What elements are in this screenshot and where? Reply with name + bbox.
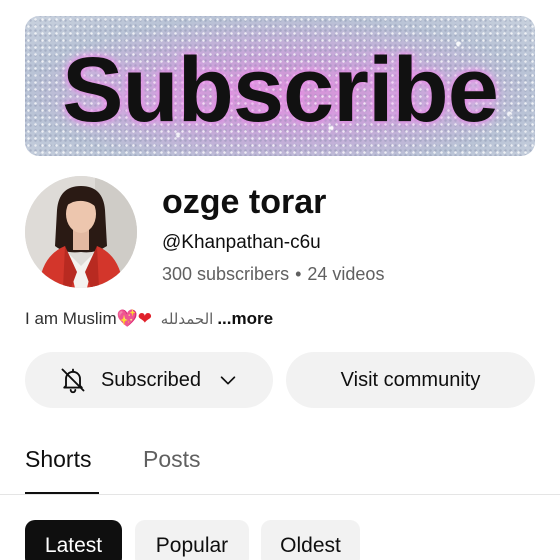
tab-shorts[interactable]: Shorts [25, 444, 91, 474]
channel-handle: @Khanpathan-c6u [162, 232, 321, 253]
banner-title: Subscribe [62, 39, 499, 141]
filter-chip-oldest[interactable]: Oldest [261, 520, 360, 560]
filter-chip-latest[interactable]: Latest [25, 520, 122, 560]
filter-chip-popular[interactable]: Popular [135, 520, 249, 560]
subscribed-button[interactable]: Subscribed [25, 352, 273, 408]
subscribed-label: Subscribed [100, 368, 202, 391]
description-text: I am Muslim [25, 309, 117, 328]
channel-banner: Subscribe [25, 16, 535, 156]
subscriber-count: 300 subscribers [162, 264, 290, 284]
notifications-off-icon [59, 366, 87, 394]
avatar-photo [25, 176, 137, 288]
visit-community-button[interactable]: Visit community [286, 352, 535, 408]
tab-posts[interactable]: Posts [143, 444, 201, 474]
channel-name: ozge torar [162, 183, 327, 221]
pink-heart-emoji: 💖 [116, 309, 138, 328]
channel-description[interactable]: I am Muslim💖❤ الحمدلله ...more [25, 307, 273, 332]
stats-separator: • [295, 264, 302, 284]
description-arabic: الحمدلله [160, 311, 214, 328]
more-link[interactable]: ...more [217, 309, 273, 328]
video-count: 24 videos [307, 264, 385, 284]
channel-tabs: Shorts Posts [0, 430, 560, 495]
red-heart-emoji: ❤ [137, 309, 153, 328]
channel-stats: 300 subscribers • 24 videos [162, 262, 384, 286]
tabs-divider [0, 494, 560, 495]
visit-community-label: Visit community [340, 368, 481, 391]
channel-avatar[interactable] [25, 176, 137, 288]
chevron-down-icon [217, 369, 239, 391]
